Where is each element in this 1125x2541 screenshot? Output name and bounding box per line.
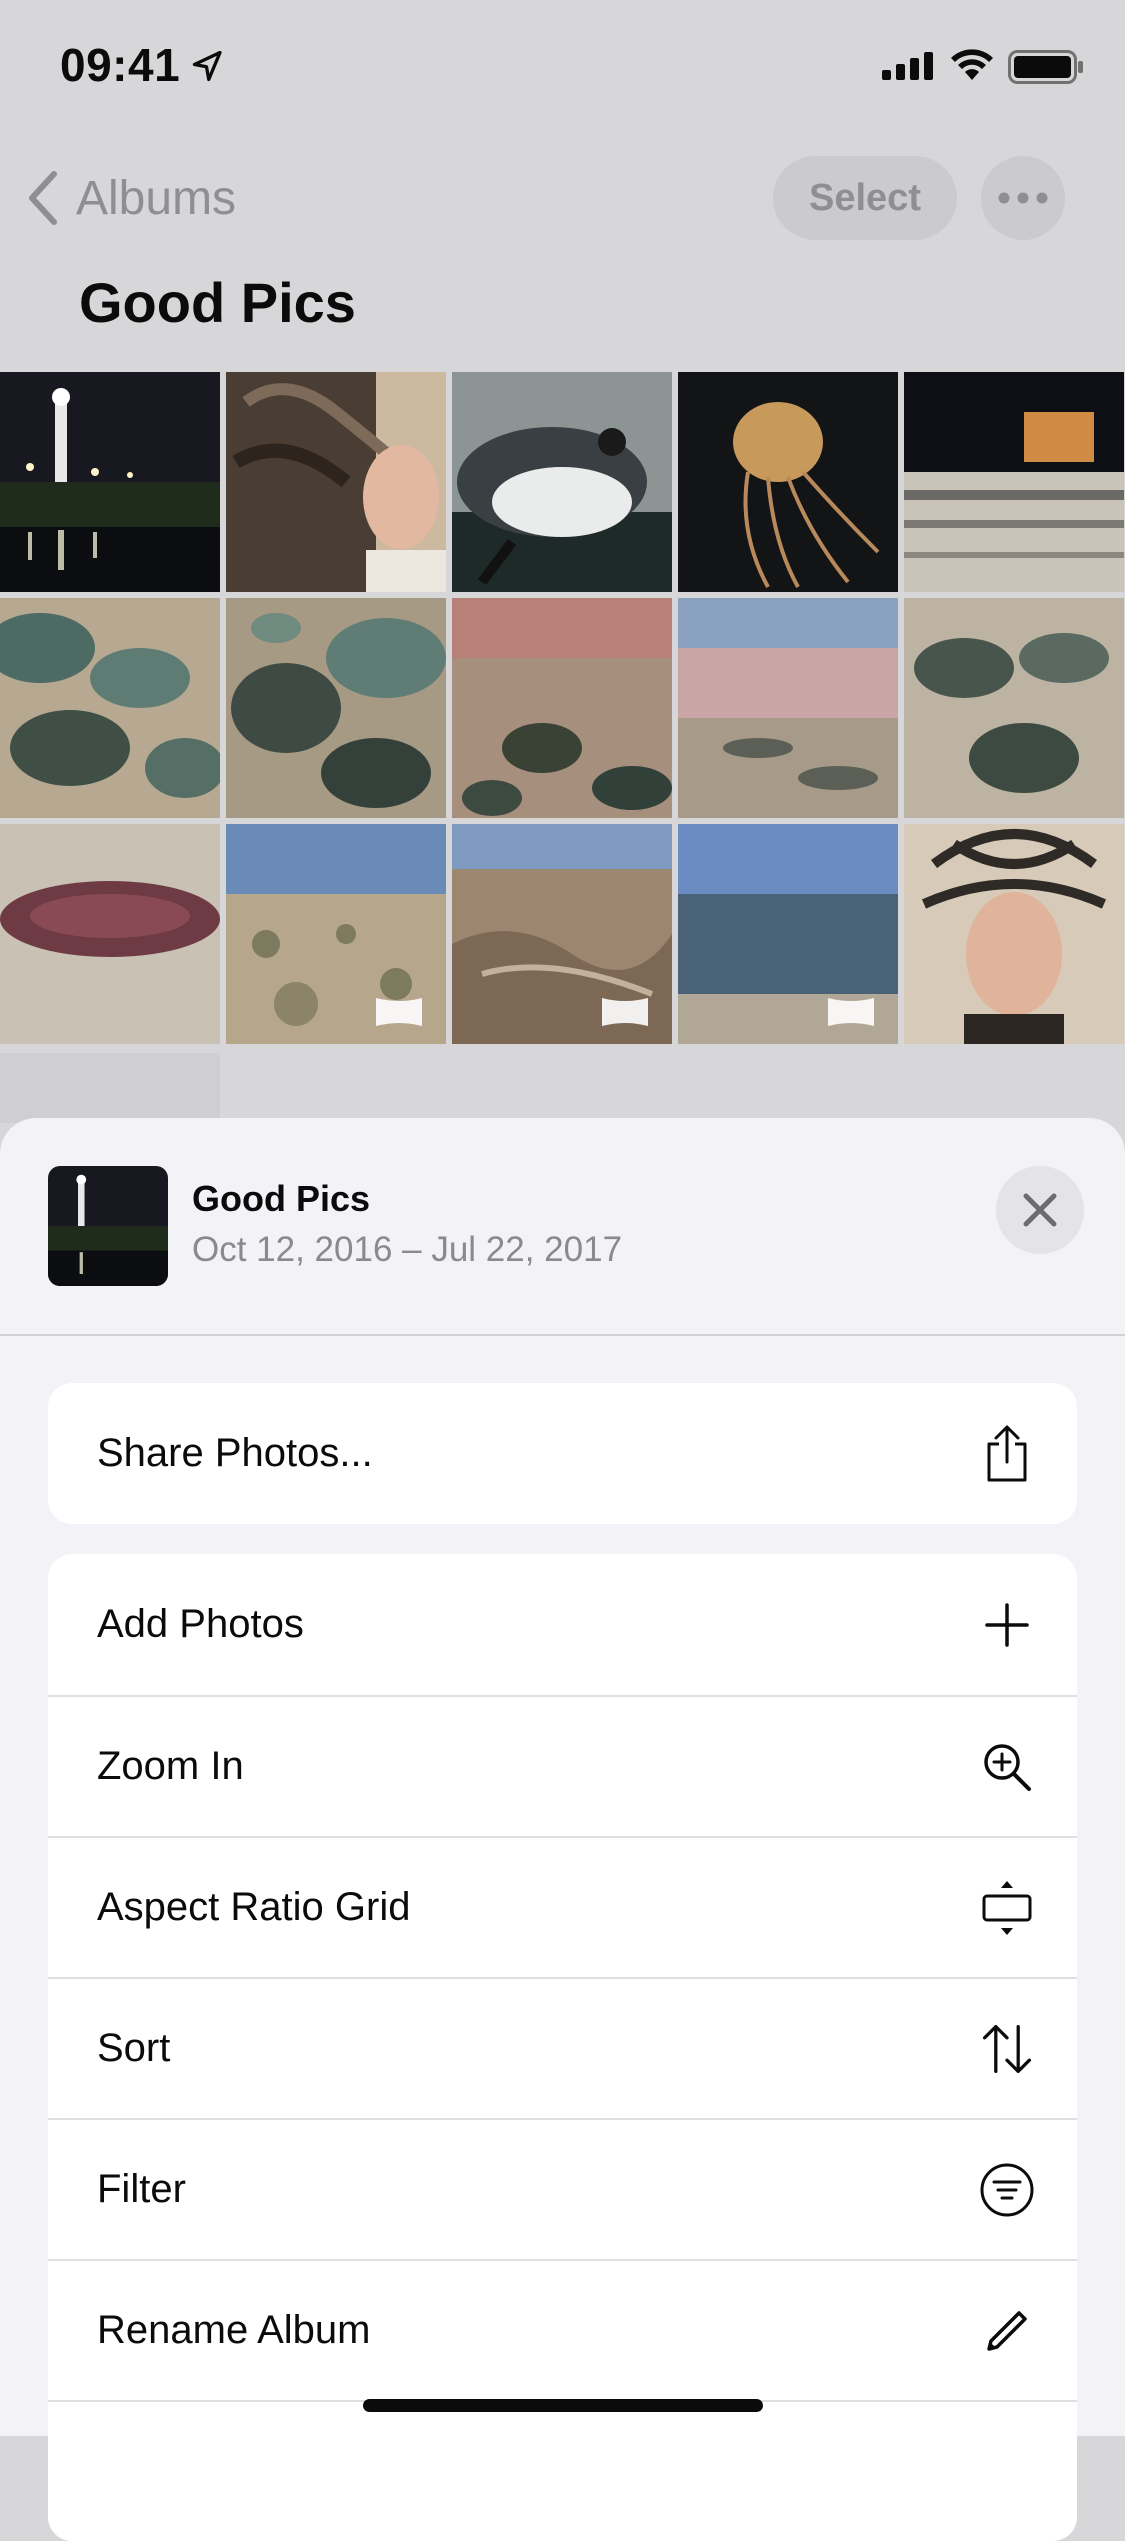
sort-arrows-icon: [979, 2021, 1035, 2077]
photo-robot-mannequin[interactable]: [226, 372, 446, 592]
photo-desert-canyon[interactable]: [452, 824, 672, 1044]
home-indicator[interactable]: [363, 2399, 763, 2412]
plus-icon: [979, 1597, 1035, 1653]
filter-item[interactable]: Filter: [48, 2118, 1077, 2259]
zoom-in-item[interactable]: Zoom In: [48, 1695, 1077, 1836]
share-photos-label: Share Photos...: [97, 1431, 373, 1475]
empty-grid-cell: [0, 1053, 220, 1123]
cellular-signal-icon: [882, 52, 933, 80]
album-options-sheet: Good Pics Oct 12, 2016 – Jul 22, 2017 Sh…: [0, 1118, 1125, 2541]
actions-group: Add Photos Zoom In Aspect Ratio Grid Sor…: [48, 1554, 1077, 2541]
aspect-ratio-icon: [979, 1880, 1035, 1936]
rename-album-item[interactable]: Rename Album: [48, 2259, 1077, 2400]
photo-mannequin-wires[interactable]: [904, 824, 1124, 1044]
photo-tide-pools-3[interactable]: [904, 598, 1124, 818]
status-time: 09:41: [60, 39, 181, 91]
photo-desert-shrubs[interactable]: [226, 824, 446, 1044]
battery-icon: [1008, 50, 1083, 84]
share-icon: [979, 1425, 1035, 1482]
photo-lighthouse-night[interactable]: [0, 372, 220, 592]
photo-tide-pools-1[interactable]: [0, 598, 220, 818]
aspect-ratio-grid-label: Aspect Ratio Grid: [97, 1885, 411, 1929]
photo-pink-salt-flat[interactable]: [678, 598, 898, 818]
select-button[interactable]: Select: [773, 156, 957, 240]
page-title: Good Pics: [79, 271, 356, 334]
close-button[interactable]: [996, 1166, 1084, 1254]
photo-ship-night[interactable]: [904, 372, 1124, 592]
wifi-icon: [951, 49, 993, 80]
sort-item[interactable]: Sort: [48, 1977, 1077, 2118]
zoom-in-label: Zoom In: [97, 1744, 244, 1788]
ellipsis-icon: [998, 192, 1048, 204]
status-bar: 09:41: [0, 0, 1125, 130]
album-name: Good Pics: [192, 1178, 371, 1219]
location-arrow-icon: [192, 50, 222, 82]
video-icon: [828, 998, 874, 1026]
back-label: Albums: [76, 171, 237, 225]
photo-dry-red-pond[interactable]: [0, 824, 220, 1044]
menu-item-partial[interactable]: [48, 2400, 1077, 2541]
album-thumbnail: [48, 1166, 168, 1286]
more-button[interactable]: [981, 156, 1065, 240]
pencil-icon: [979, 2303, 1035, 2359]
aspect-ratio-grid-item[interactable]: Aspect Ratio Grid: [48, 1836, 1077, 1977]
chevron-left-icon: [29, 171, 57, 225]
video-icon: [602, 998, 648, 1026]
video-icon: [376, 998, 422, 1026]
photo-penguin-swimming[interactable]: [452, 372, 672, 592]
share-photos-item[interactable]: Share Photos...: [48, 1383, 1077, 1524]
sort-label: Sort: [97, 2026, 171, 2070]
rename-album-label: Rename Album: [97, 2308, 371, 2352]
share-group: Share Photos...: [48, 1383, 1077, 1524]
photo-red-tide-pools[interactable]: [452, 598, 672, 818]
filter-icon: [979, 2162, 1035, 2218]
back-button[interactable]: Albums: [22, 162, 236, 234]
photo-desert-lake-view[interactable]: [678, 824, 898, 1044]
photo-tide-pools-2[interactable]: [226, 598, 446, 818]
close-icon: [1023, 1193, 1057, 1227]
add-photos-label: Add Photos: [97, 1602, 304, 1646]
add-photos-item[interactable]: Add Photos: [48, 1554, 1077, 1695]
sheet-header: Good Pics Oct 12, 2016 – Jul 22, 2017: [0, 1118, 1125, 1336]
album-dates: Oct 12, 2016 – Jul 22, 2017: [192, 1230, 623, 1269]
zoom-in-icon: [979, 1739, 1035, 1795]
photo-jellyfish[interactable]: [678, 372, 898, 592]
filter-label: Filter: [97, 2167, 186, 2211]
